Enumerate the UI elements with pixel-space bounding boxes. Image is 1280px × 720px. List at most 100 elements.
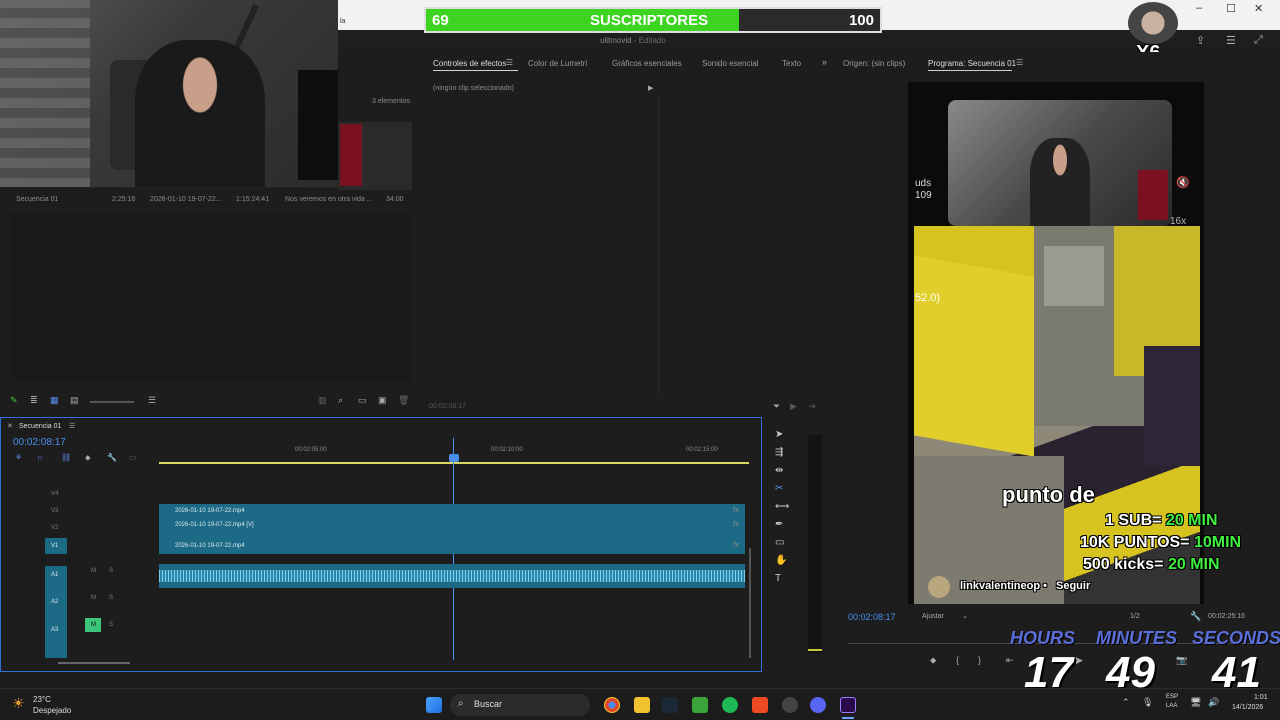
program-timecode[interactable]: 00:02:08:17: [848, 612, 896, 622]
tab-essential-sound[interactable]: Sonido esencial: [702, 59, 758, 68]
timeline-timecode[interactable]: 00:02:08:17: [13, 437, 66, 448]
mark-in-icon[interactable]: {: [956, 655, 959, 665]
track-a1[interactable]: A1: [51, 572, 58, 578]
obs-icon[interactable]: [782, 697, 798, 713]
solo-a2[interactable]: S: [109, 595, 113, 601]
settings-wrench-icon[interactable]: 🔧: [1190, 611, 1201, 622]
new-bin-icon[interactable]: ▭: [358, 395, 367, 406]
solo-a3[interactable]: S: [109, 622, 113, 628]
sequence-menu-icon[interactable]: ☰: [69, 422, 75, 430]
close-icon[interactable]: ✕: [1254, 2, 1263, 15]
filter-icon[interactable]: ⏷: [773, 401, 780, 412]
mic-icon[interactable]: 🎙: [1142, 697, 1153, 708]
horizontal-scrollbar[interactable]: [58, 662, 130, 664]
playhead-handle[interactable]: [449, 454, 459, 462]
track-select-icon[interactable]: ⇶: [775, 447, 783, 458]
timeline-settings-icon[interactable]: 🔧: [107, 453, 117, 462]
tab-source[interactable]: Origen: (sin clips): [843, 59, 905, 68]
track-v2[interactable]: V2: [51, 525, 58, 531]
audio-clip-a1[interactable]: [159, 564, 745, 588]
language-code[interactable]: ESP: [1166, 694, 1178, 700]
tray-chevron-icon[interactable]: ⌃: [1122, 697, 1130, 708]
taskbar-search[interactable]: ⌕ Buscar: [450, 694, 590, 716]
steam-icon[interactable]: [662, 697, 678, 713]
track-v1[interactable]: V1: [51, 543, 58, 549]
camera-icon[interactable]: 📷: [1176, 655, 1187, 666]
tab-effect-controls[interactable]: Controles de efectos: [433, 59, 506, 68]
share-icon[interactable]: ⇪: [1196, 34, 1205, 47]
razor-tool-icon[interactable]: ✂: [775, 483, 783, 494]
selection-tool-icon[interactable]: ➤: [775, 429, 783, 440]
tab-menu-icon[interactable]: ☰: [506, 58, 513, 67]
icon-view-icon[interactable]: ▦: [50, 395, 59, 406]
new-item-icon[interactable]: ▣: [378, 395, 387, 406]
weather-desc[interactable]: Despejado: [33, 706, 71, 715]
track-v4[interactable]: V4: [51, 491, 58, 497]
expand-arrow-icon[interactable]: ▶: [648, 84, 653, 92]
freeform-view-icon[interactable]: ▤: [70, 395, 79, 406]
keyboard-layout[interactable]: LAA: [1166, 703, 1177, 709]
more-tabs-icon[interactable]: »: [822, 57, 827, 67]
snap-icon[interactable]: ∩: [37, 453, 43, 462]
close-sequence-icon[interactable]: ✕: [7, 422, 13, 430]
list-view-icon[interactable]: ≣: [30, 395, 38, 406]
mute-icon[interactable]: 🔇: [1176, 176, 1190, 189]
program-menu-icon[interactable]: ☰: [1016, 58, 1023, 67]
fit-dropdown[interactable]: Ajustar: [922, 613, 944, 620]
minecraft-icon[interactable]: [692, 697, 708, 713]
ripple-edit-icon[interactable]: ⇹: [775, 465, 783, 476]
sort-icon[interactable]: ☰: [148, 395, 156, 406]
project-row-name[interactable]: Secuencia 01: [16, 196, 58, 203]
hand-tool-icon[interactable]: ✋: [775, 555, 787, 566]
tab-lumetri-color[interactable]: Color de Lumetri: [528, 59, 587, 68]
fullscreen-icon[interactable]: ⤢: [1254, 34, 1263, 47]
minimize-icon[interactable]: –: [1196, 2, 1202, 14]
chrome-icon[interactable]: [604, 697, 620, 713]
brave-icon[interactable]: [752, 697, 768, 713]
follow-button[interactable]: Seguir: [1056, 580, 1090, 592]
weather-icon[interactable]: ☀: [12, 695, 25, 712]
mute-a1[interactable]: M: [91, 568, 96, 574]
track-v3[interactable]: V3: [51, 508, 58, 514]
weather-temp[interactable]: 23°C: [33, 695, 51, 704]
discord-icon[interactable]: [810, 697, 826, 713]
windows-start-icon[interactable]: [426, 697, 442, 713]
captions-icon[interactable]: ▭: [129, 453, 137, 462]
clip-v2[interactable]: 2026-01-10 19-07-22.mp4 [V]: [159, 520, 745, 532]
tab-program[interactable]: Programa: Secuencia 01: [928, 59, 1016, 68]
timeline-panel[interactable]: ✕ Secuencia 01 ☰ 00:02:08:17 ⚘ ∩ ⛓ ⬥ 🔧 ▭…: [0, 417, 762, 672]
zoom-slider[interactable]: [90, 401, 134, 403]
volume-icon[interactable]: 🔊: [1208, 697, 1219, 708]
clock-time[interactable]: 1:01: [1254, 694, 1268, 701]
play-icon[interactable]: ▶: [1076, 655, 1083, 666]
network-icon[interactable]: 🖥: [1190, 697, 1201, 708]
pencil-icon[interactable]: ✎: [10, 395, 18, 406]
vertical-scrollbar[interactable]: [749, 548, 751, 658]
file-explorer-icon[interactable]: [634, 697, 650, 713]
play-audio-icon[interactable]: ▶: [790, 401, 797, 412]
pen-tool-icon[interactable]: ✒: [775, 519, 783, 530]
automate-icon[interactable]: ▥: [318, 395, 327, 406]
spotify-icon[interactable]: [722, 697, 738, 713]
solo-a1[interactable]: S: [109, 568, 113, 574]
menu-icon[interactable]: ☰: [1226, 34, 1236, 47]
track-a2[interactable]: A2: [51, 599, 58, 605]
nest-icon[interactable]: ⚘: [15, 453, 22, 462]
maximize-icon[interactable]: ☐: [1226, 2, 1236, 15]
resolution-dropdown[interactable]: 1/2: [1130, 613, 1140, 620]
add-marker-icon[interactable]: ⬥: [85, 453, 91, 463]
trash-icon[interactable]: 🗑: [398, 395, 409, 406]
go-to-in-icon[interactable]: ⇤: [1006, 655, 1014, 666]
clip-v3[interactable]: 2026-01-10 19-07-22.mp4: [159, 506, 745, 518]
mark-out-icon[interactable]: }: [978, 655, 981, 665]
find-icon[interactable]: ⌕: [338, 395, 343, 406]
tab-text[interactable]: Texto: [782, 59, 801, 68]
rectangle-tool-icon[interactable]: ▭: [775, 537, 784, 548]
fit-chevron-icon[interactable]: ⌄: [962, 612, 968, 620]
mute-a2[interactable]: M: [91, 595, 96, 601]
slip-tool-icon[interactable]: ⟷: [775, 501, 789, 512]
linked-selection-icon[interactable]: ⛓: [61, 453, 71, 462]
clock-date[interactable]: 14/1/2026: [1232, 704, 1263, 711]
export-icon[interactable]: ⇥: [808, 401, 816, 412]
tab-sequence[interactable]: Secuencia 01: [19, 423, 61, 430]
